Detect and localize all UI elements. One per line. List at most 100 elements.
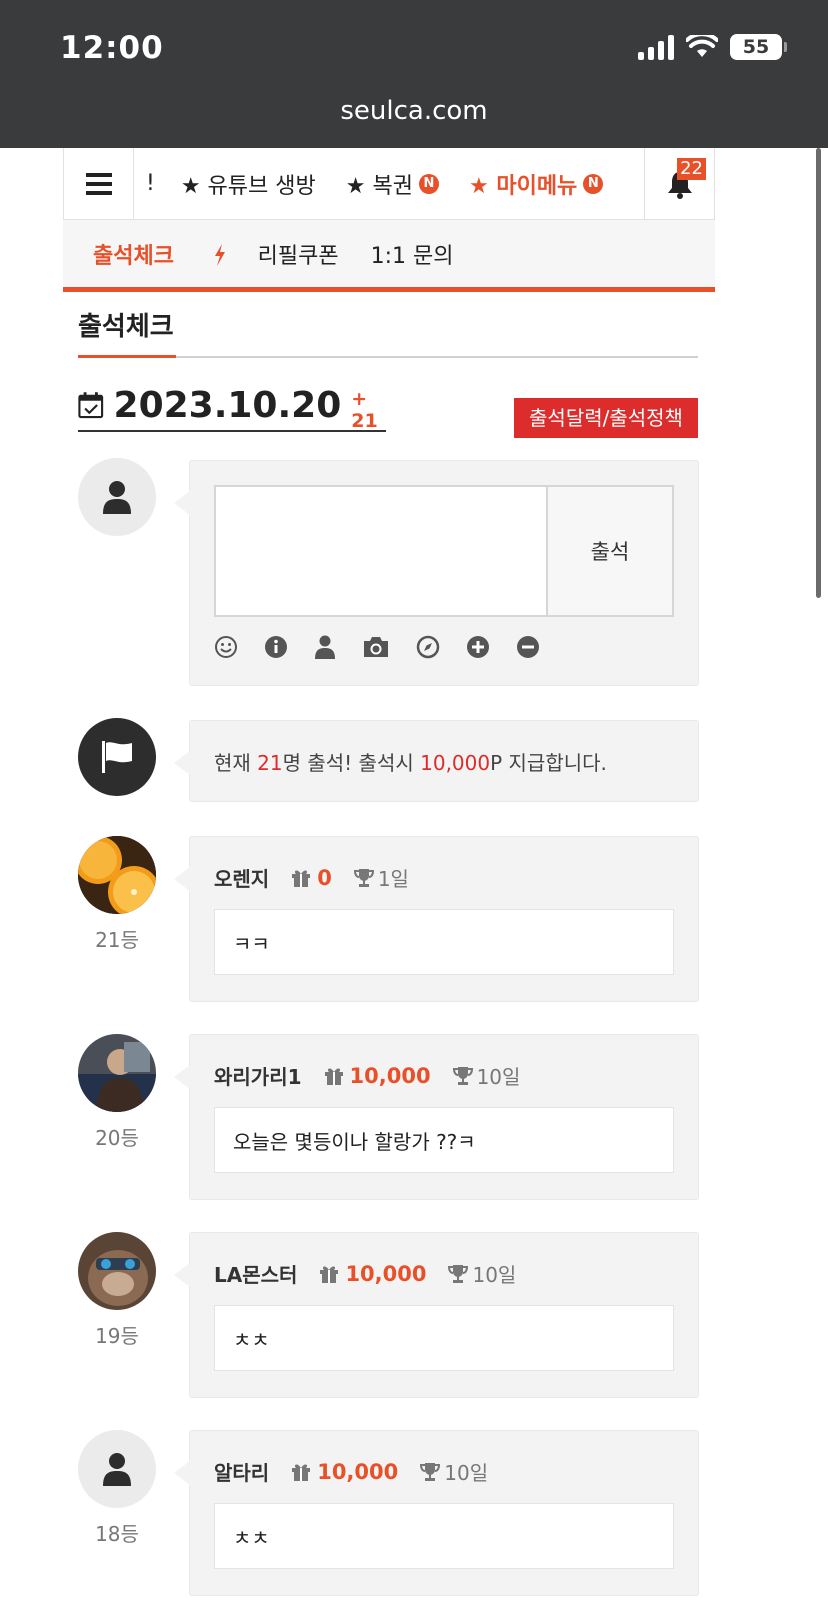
trophy-icon — [420, 1462, 441, 1481]
nav-item-youtube[interactable]: ★ 유튜브 생방 — [181, 168, 316, 200]
user-photo — [78, 1034, 156, 1112]
tab-inquiry[interactable]: 1:1 문의 — [371, 238, 454, 270]
points-value: 10,000 — [349, 1063, 431, 1088]
section-header: 출석체크 — [78, 300, 698, 358]
entry-message: ㅊㅊ — [214, 1503, 674, 1569]
points-info: 10,000 — [324, 1064, 431, 1088]
nav-item-label: ★ 유튜브 생방 — [180, 173, 316, 199]
nav-item-label: ★ 복권 — [345, 173, 413, 199]
entry-header: 와리가리1 10,000 10일 — [214, 1061, 520, 1090]
url-bar[interactable]: seulca.com — [0, 96, 828, 126]
entry-header: 오렌지 0 1일 — [214, 863, 409, 892]
nav-item-mymenu[interactable]: ★ 마이메뉴 N — [468, 168, 604, 200]
menu-icon[interactable] — [64, 147, 134, 220]
orange-photo — [78, 836, 156, 914]
wifi-icon — [686, 35, 718, 57]
signal-icon — [638, 34, 674, 60]
attendance-entry: 와리가리1 10,000 10일 오늘은 몇등이나 할랑가 ??ㅋ — [174, 1034, 699, 1200]
avatar[interactable] — [78, 1430, 156, 1508]
username[interactable]: 오렌지 — [214, 863, 269, 892]
status-time: 12:00 — [60, 30, 164, 66]
username[interactable]: LA몬스터 — [214, 1259, 297, 1288]
user-icon — [103, 1453, 131, 1486]
date-count: + 21 — [351, 388, 378, 432]
nav-item-label: ★ 마이메뉴 — [468, 173, 578, 199]
trophy-icon — [448, 1264, 469, 1283]
notification-button[interactable]: 22 — [644, 147, 714, 220]
days-value: 10일 — [476, 1065, 521, 1089]
days-value: 10일 — [472, 1263, 517, 1287]
emoticon-icon[interactable] — [214, 635, 238, 659]
username[interactable]: 와리가리1 — [214, 1061, 302, 1090]
points-info: 0 — [291, 866, 332, 890]
scrollbar[interactable] — [816, 148, 821, 598]
attendance-compose: 출석 — [174, 460, 699, 686]
date-display: 2023.10.20 + 21 — [78, 380, 386, 432]
flag-icon — [102, 741, 132, 773]
entry-header: LA몬스터 10,000 10일 — [214, 1259, 516, 1288]
status-icons: 55 — [638, 34, 787, 60]
days-info: 10일 — [452, 1061, 521, 1090]
rank-label: 20등 — [95, 1126, 139, 1150]
gift-icon — [320, 1266, 339, 1283]
attendance-info-text: 현재 21명 출석! 출석시 10,000P 지급합니다. — [190, 721, 698, 802]
flag-avatar — [78, 718, 156, 796]
sub-nav: 출석체크 리필쿠폰 1:1 문의 — [63, 220, 715, 292]
nav-scroll: ! ★ 유튜브 생방 ★ 복권 N ★ 마이메뉴 N — [134, 148, 644, 220]
compose-box: 출석 — [214, 485, 674, 617]
nav-item-lottery[interactable]: ★ 복권 N — [346, 168, 439, 200]
user-icon[interactable] — [314, 635, 336, 659]
gift-icon — [292, 1464, 311, 1481]
points-value: 10,000 — [317, 1459, 399, 1484]
minus-circle-icon[interactable] — [516, 635, 540, 659]
rank-label: 21등 — [95, 928, 139, 952]
compass-icon[interactable] — [416, 635, 440, 659]
tab-attendance[interactable]: 출석체크 — [93, 238, 226, 270]
days-info: 1일 — [353, 863, 409, 892]
comment-input[interactable] — [216, 487, 546, 615]
attendance-policy-button[interactable]: 출석달력/출석정책 — [514, 398, 698, 438]
rank-label: 18등 — [95, 1522, 139, 1546]
rank-label: 19등 — [95, 1324, 139, 1348]
notification-count: 22 — [677, 157, 706, 180]
info-middle: 명 출석! 출석시 — [282, 751, 421, 775]
plus-circle-icon[interactable] — [466, 635, 490, 659]
attend-button[interactable]: 출석 — [546, 487, 672, 615]
points-info: 10,000 — [291, 1460, 398, 1484]
avatar-orange[interactable] — [78, 836, 156, 914]
points-value: 0 — [317, 865, 332, 890]
entry-message: ㅊㅊ — [214, 1305, 674, 1371]
reward-points: 10,000 — [420, 751, 491, 775]
compose-toolbar — [214, 635, 540, 659]
info-suffix: P 지급합니다. — [490, 751, 607, 775]
entry-message: 오늘은 몇등이나 할랑가 ??ㅋ — [214, 1107, 674, 1173]
calendar-check-icon — [78, 392, 104, 419]
user-icon — [103, 481, 131, 514]
browser-chrome: 12:00 55 seulca.com — [0, 0, 828, 148]
battery-indicator: 55 — [730, 34, 787, 60]
gift-icon — [292, 870, 311, 887]
tab-refill-coupon[interactable]: 리필쿠폰 — [258, 238, 339, 270]
days-info: 10일 — [448, 1259, 516, 1288]
avatar-otter[interactable] — [78, 1232, 156, 1310]
lightning-icon — [214, 243, 225, 266]
trophy-icon — [353, 868, 374, 887]
camera-icon[interactable] — [362, 635, 390, 659]
points-value: 10,000 — [345, 1261, 427, 1286]
date-text: 2023.10.20 — [113, 384, 342, 426]
page-title: 출석체크 — [78, 300, 176, 358]
avatar — [78, 458, 156, 536]
attendance-info: 현재 21명 출석! 출석시 10,000P 지급합니다. — [174, 720, 699, 802]
username[interactable]: 알타리 — [214, 1457, 269, 1486]
info-icon[interactable] — [264, 635, 288, 659]
otter-photo — [78, 1232, 156, 1310]
attendance-entry: LA몬스터 10,000 10일 ㅊㅊ — [174, 1232, 699, 1398]
attendance-count: 21 — [257, 751, 283, 775]
points-info: 10,000 — [319, 1262, 426, 1286]
new-badge: N — [418, 173, 439, 194]
days-value: 1일 — [377, 867, 409, 891]
nav-item-partial[interactable]: ! — [146, 171, 155, 196]
gift-icon — [324, 1068, 343, 1085]
avatar-user[interactable] — [78, 1034, 156, 1112]
days-value: 10일 — [444, 1461, 489, 1485]
